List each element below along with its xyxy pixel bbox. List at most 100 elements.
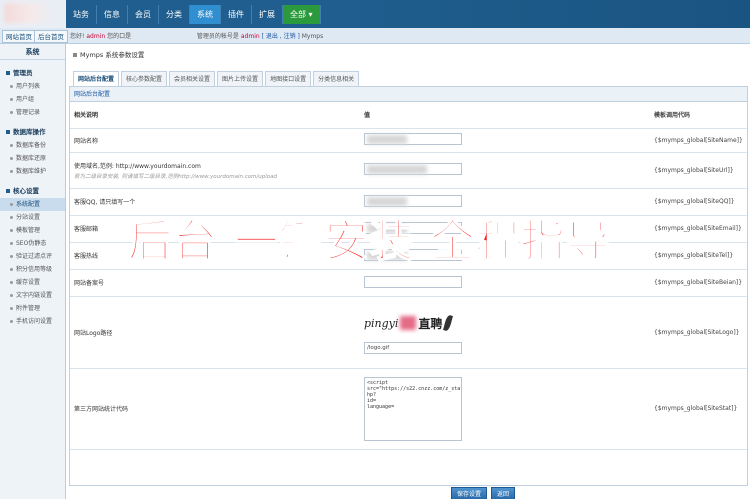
- beian-input[interactable]: [364, 275, 462, 288]
- logo-preview-text: pingyi: [364, 316, 399, 330]
- dot-icon: [10, 242, 13, 245]
- tab-site-config[interactable]: 网站后台配置: [73, 71, 120, 86]
- dot-icon: [10, 216, 13, 219]
- nav-item-system[interactable]: 系统: [190, 5, 221, 24]
- header-description: 相关说明: [70, 102, 360, 129]
- row-hint: 若为二级目录安装, 则请填写二级目录,范例http://www.yourdoma…: [74, 173, 278, 180]
- site-url-input[interactable]: [364, 163, 462, 175]
- sidebar-item-template[interactable]: 模板管理: [0, 224, 65, 237]
- sidebar-item-system-config[interactable]: 系统配置: [0, 198, 65, 211]
- logo-preview-zh: 直聘: [418, 316, 443, 331]
- sidebar-item-db-maintain[interactable]: 数据库维护: [0, 165, 65, 178]
- settings-table: 相关说明 值 模板调用代码 网站名称 {$mymps_global[SiteNa…: [70, 102, 747, 450]
- tab-map-api[interactable]: 地图接口设置: [265, 71, 312, 86]
- row-code: {$mymps_global[SiteTel]}: [650, 242, 747, 270]
- nav-item-plugin[interactable]: 插件: [221, 5, 252, 24]
- row-label: 网站名称: [70, 128, 360, 153]
- account-label: 管理员的帐号是: [196, 33, 239, 40]
- nav-item-info[interactable]: 信息: [97, 5, 128, 24]
- dot-icon: [10, 98, 13, 101]
- sidebar-item-inner-link[interactable]: 文字内链设置: [0, 289, 65, 302]
- logout-link[interactable]: [ 退出 , 注销 ]: [262, 33, 300, 40]
- tab-image-upload[interactable]: 图片上传设置: [217, 71, 264, 86]
- row-label: 网站Logo路径: [70, 296, 360, 369]
- nav-item-zhanwu[interactable]: 站务: [66, 5, 97, 24]
- table-row: 网站名称 {$mymps_global[SiteName]}: [70, 128, 747, 153]
- nav-item-category[interactable]: 分类: [159, 5, 190, 24]
- settings-panel: 网站后台配置 相关说明 值 模板调用代码 网站名称 {$mymps_global…: [69, 86, 748, 486]
- settings-tabs: 网站后台配置 核心参数配置 会员相关设置 图片上传设置 地图接口设置 分类信息相…: [73, 71, 361, 86]
- username-2: admin: [240, 33, 260, 40]
- nav-item-member[interactable]: 会员: [128, 5, 159, 24]
- sidebar-item-filter[interactable]: 验证过滤点评: [0, 250, 65, 263]
- table-header-row: 相关说明 值 模板调用代码: [70, 102, 747, 129]
- top-nav: 站务 信息 会员 分类 系统 插件 扩展 全部 ▾: [66, 5, 321, 27]
- dot-icon: [10, 307, 13, 310]
- dot-icon: [10, 320, 13, 323]
- sidebar-item-user-list[interactable]: 用户列表: [0, 80, 65, 93]
- row-code: {$mymps_global[SiteQQ]}: [650, 188, 747, 216]
- main-content: Mymps 系统参数设置 网站后台配置 核心参数配置 会员相关设置 图片上传设置…: [67, 44, 750, 499]
- breadcrumb: 您好! admin 您的口是 管理员的帐号是 admin [ 退出 , 注销 ]…: [70, 31, 323, 40]
- logo-path-input[interactable]: /logo.gif: [364, 342, 462, 354]
- row-label: 第三方网站统计代码: [70, 368, 360, 450]
- sidebar-item-substation[interactable]: 分站设置: [0, 211, 65, 224]
- promo-overlay-text: 后台 一键安装 全程指导: [127, 215, 611, 268]
- dot-icon: [10, 229, 13, 232]
- row-label: 使用域名,范例: http://www.yourdomain.com: [74, 162, 201, 170]
- tab-member[interactable]: 会员相关设置: [169, 71, 216, 86]
- sidebar-group-core[interactable]: 核心设置: [0, 184, 65, 198]
- header-template-code: 模板调用代码: [650, 102, 747, 129]
- form-buttons: 保存设置 返回: [451, 487, 519, 499]
- sidebar-item-attachment[interactable]: 附件管理: [0, 302, 65, 315]
- top-bar: 站务 信息 会员 分类 系统 插件 扩展 全部 ▾: [0, 0, 750, 28]
- table-row: 网站备案号 {$mymps_global[SiteBeian]}: [70, 269, 747, 297]
- dot-icon: [10, 144, 13, 147]
- stat-code-textarea[interactable]: <script src="https://s22.cnzz.com/z_stat…: [364, 376, 462, 441]
- admin-home-tab[interactable]: 后台首页: [34, 30, 68, 43]
- save-button[interactable]: 保存设置: [451, 487, 488, 499]
- sidebar-group-database[interactable]: 数据库操作: [0, 125, 65, 139]
- sidebar-item-admin-log[interactable]: 管理记录: [0, 106, 65, 119]
- nav-item-extend[interactable]: 扩展: [252, 5, 283, 24]
- square-icon: [6, 189, 10, 193]
- logo-preview-blur: [400, 316, 417, 330]
- back-button[interactable]: 返回: [491, 487, 516, 499]
- sidebar-item-db-restore[interactable]: 数据库还原: [0, 152, 65, 165]
- sidebar-item-credit[interactable]: 积分信用等级: [0, 263, 65, 276]
- tab-core-params[interactable]: 核心参数配置: [121, 71, 168, 86]
- logo-preview: pingyi 直聘: [364, 310, 646, 336]
- site-home-tab[interactable]: 网站首页: [2, 30, 36, 43]
- sidebar-item-user-group[interactable]: 用户组: [0, 93, 65, 106]
- sidebar-item-seo[interactable]: SEO伪静态: [0, 237, 65, 250]
- logo: [0, 0, 66, 28]
- table-row: 网站Logo路径 pingyi 直聘 /logo.gif {$mymps_glo…: [70, 296, 747, 369]
- site-name-input[interactable]: [364, 133, 462, 145]
- page-title: Mymps 系统参数设置: [73, 49, 144, 59]
- nav-item-all[interactable]: 全部 ▾: [283, 5, 321, 24]
- greeting-middle: 您的口是: [107, 33, 132, 40]
- dot-icon: [10, 157, 13, 160]
- sidebar-group-admin[interactable]: 管理员: [0, 66, 65, 80]
- dot-icon: [10, 203, 13, 206]
- username: admin: [86, 33, 106, 40]
- sidebar-item-db-backup[interactable]: 数据库备份: [0, 139, 65, 152]
- row-code: {$mymps_global[SiteStat]}: [650, 368, 747, 450]
- table-row: 使用域名,范例: http://www.yourdomain.com 若为二级目录…: [70, 152, 747, 189]
- row-code: {$mymps_global[SiteBeian]}: [650, 269, 747, 297]
- header-value: 值: [360, 102, 650, 129]
- row-code: {$mymps_global[SiteEmail]}: [650, 215, 747, 243]
- panel-heading: 网站后台配置: [70, 87, 747, 102]
- table-row: 第三方网站统计代码 <script src="https://s22.cnzz.…: [70, 368, 747, 450]
- leaf-icon: [443, 314, 454, 332]
- sidebar-item-cache[interactable]: 缓存设置: [0, 276, 65, 289]
- tab-category-info[interactable]: 分类信息相关: [313, 71, 360, 86]
- sidebar-item-mobile[interactable]: 手机访问设置: [0, 315, 65, 328]
- dot-icon: [10, 85, 13, 88]
- logo-image: [4, 3, 56, 23]
- dot-icon: [10, 281, 13, 284]
- dot-icon: [10, 111, 13, 114]
- greeting: 您好!: [70, 33, 85, 40]
- dot-icon: [10, 268, 13, 271]
- row-code: {$mymps_global[SiteUrl]}: [650, 152, 747, 189]
